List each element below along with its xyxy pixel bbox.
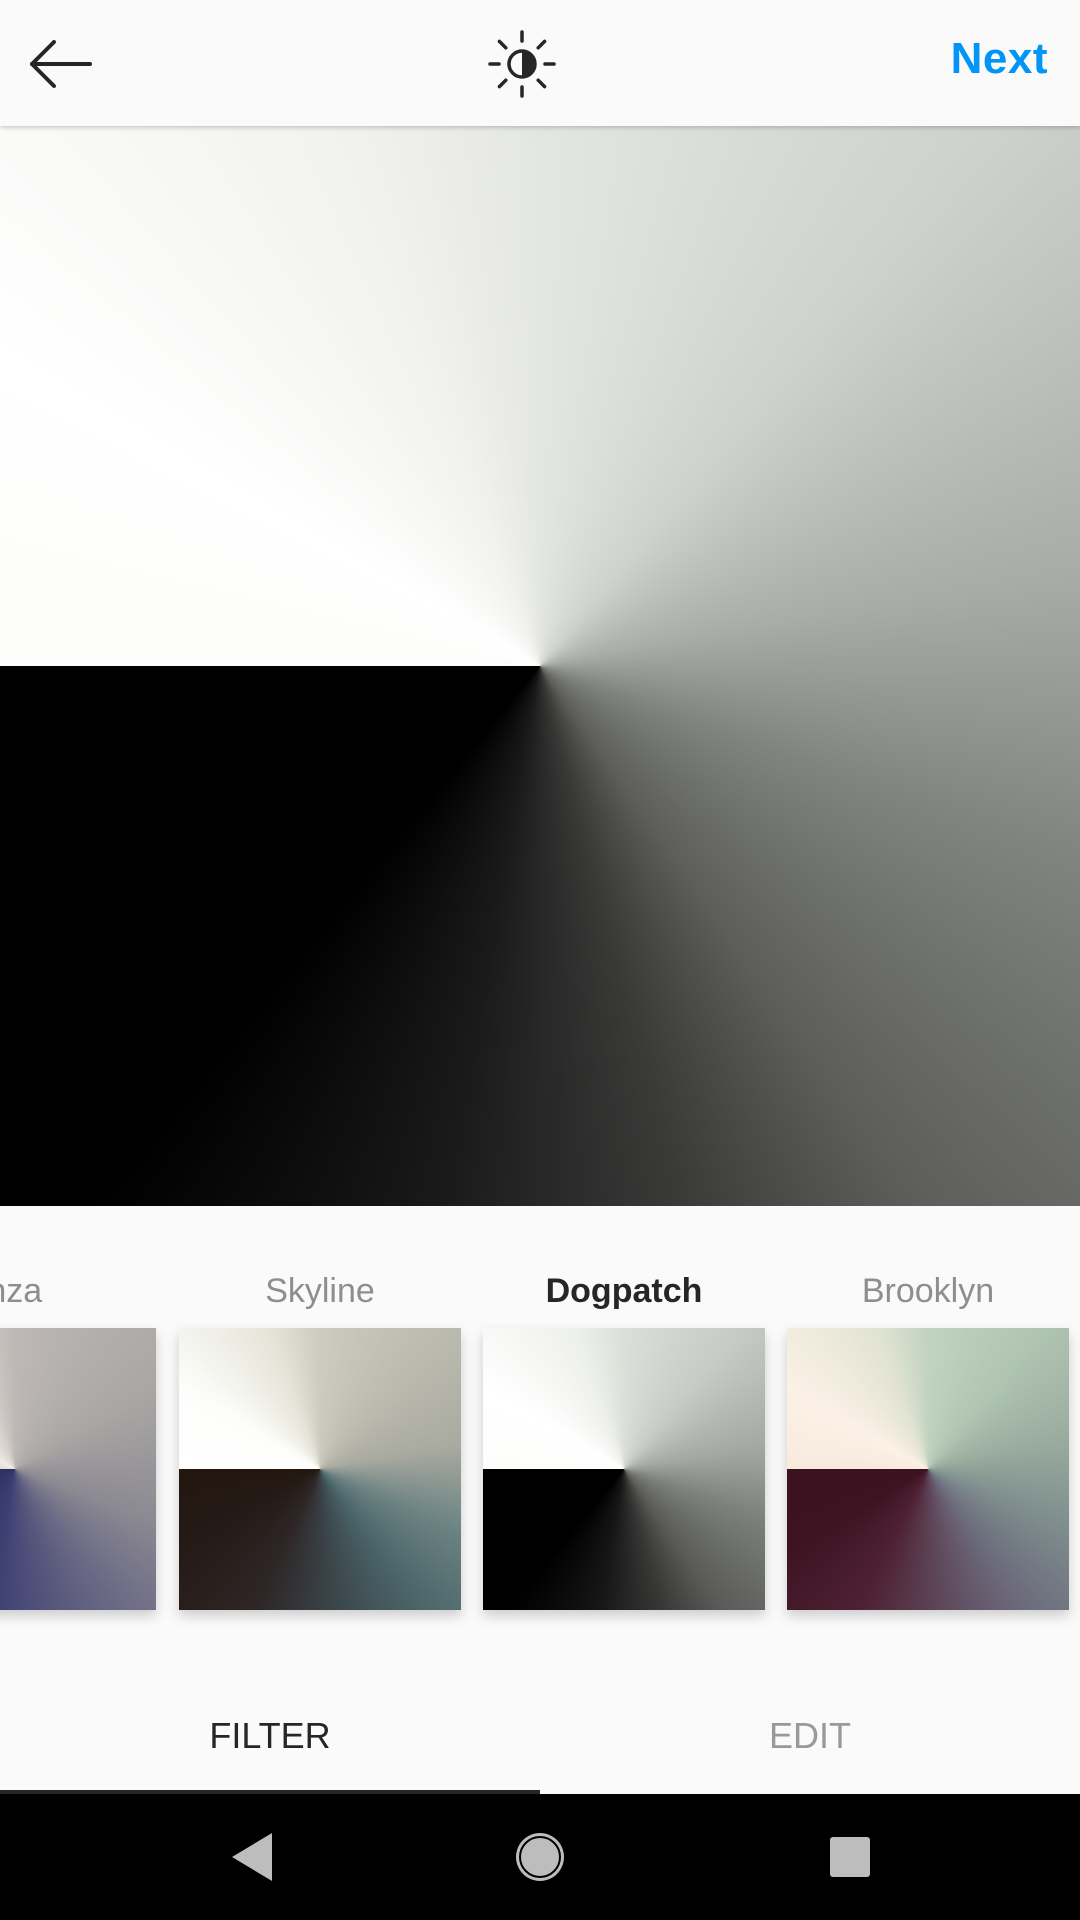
filter-strip[interactable]: inza Skyline Dogpatch Brooklyn [0,1206,1080,1646]
filter-label: Dogpatch [545,1272,703,1310]
filter-label: Brooklyn [861,1272,995,1310]
filter-item-selected[interactable]: Dogpatch [483,1206,765,1646]
tab-label: FILTER [209,1715,331,1756]
filter-item[interactable]: Brooklyn [787,1206,1069,1646]
nav-home-icon [516,1833,564,1881]
system-recents-button[interactable] [818,1825,882,1889]
tab-label: EDIT [768,1715,851,1756]
back-button[interactable] [24,28,96,100]
sun-contrast-icon [488,30,556,98]
mode-tabs: FILTER EDIT [0,1646,1080,1794]
system-back-button[interactable] [220,1825,284,1889]
system-nav-bar [0,1794,1080,1920]
nav-back-icon [232,1833,272,1881]
tab-edit[interactable]: EDIT [540,1646,1080,1794]
preview-image [0,126,1080,1206]
photo-preview [0,126,1080,1206]
filter-thumbnail [0,1328,156,1610]
top-bar: Next [0,0,1080,126]
filter-thumbnail [483,1328,765,1610]
system-home-button[interactable] [508,1825,572,1889]
filter-item[interactable]: inza [0,1206,156,1646]
arrow-left-icon [30,40,92,88]
filter-label: inza [0,1272,43,1310]
nav-recents-icon [830,1837,870,1877]
filter-item[interactable]: Skyline [179,1206,461,1646]
lux-button[interactable] [486,28,558,100]
filter-screen: Next inza Skyline Dogpatch Brooklyn [0,0,1080,1920]
tab-filter[interactable]: FILTER [0,1646,540,1794]
filter-label: Skyline [265,1272,375,1310]
filter-thumbnail [787,1328,1069,1610]
next-button[interactable]: Next [951,34,1048,84]
filter-thumbnail [179,1328,461,1610]
